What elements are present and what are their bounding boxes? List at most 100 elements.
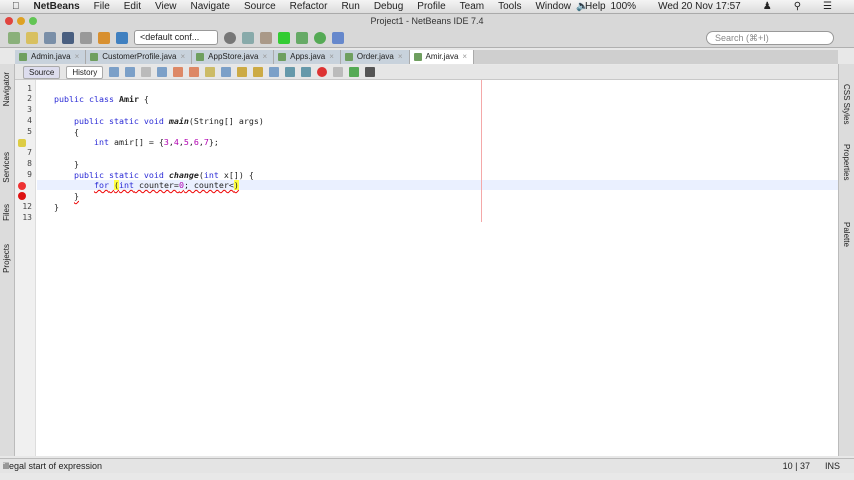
list-icon[interactable]: ☰ xyxy=(823,1,832,12)
find-icon[interactable] xyxy=(157,67,168,77)
menu-profile[interactable]: Profile xyxy=(417,1,445,12)
error-hint-icon[interactable] xyxy=(18,182,26,190)
toggle-bookmark-icon[interactable] xyxy=(269,67,280,77)
cursor-position: 10 | 37 xyxy=(782,461,810,471)
tab-label: CustomerProfile.java xyxy=(102,52,177,61)
redo-icon[interactable] xyxy=(116,31,128,44)
menu-edit[interactable]: Edit xyxy=(124,1,141,12)
config-select[interactable]: <default conf... xyxy=(134,30,218,45)
find-next-icon[interactable] xyxy=(189,67,200,77)
code-editor[interactable]: 1 2 3 4 5 7 8 9 12 13 public class Amir … xyxy=(15,80,838,456)
tab-label: Apps.java xyxy=(290,52,326,61)
history-button[interactable]: History xyxy=(66,65,104,79)
minimize-window-button[interactable] xyxy=(17,17,25,25)
menu-refactor[interactable]: Refactor xyxy=(290,1,328,12)
status-bar: illegal start of expression 10 | 37 INS xyxy=(0,458,854,473)
clock[interactable]: Wed 20 Nov 17:57 xyxy=(658,1,741,12)
palette-tab[interactable]: Palette xyxy=(842,222,851,247)
menu-tools[interactable]: Tools xyxy=(498,1,521,12)
tab-appstore[interactable]: AppStore.java × xyxy=(192,50,275,64)
close-icon[interactable]: × xyxy=(262,52,267,61)
battery-status[interactable]: 100% xyxy=(611,1,637,12)
properties-tab[interactable]: Properties xyxy=(842,144,851,180)
code-line: } xyxy=(54,159,79,169)
record-macro-icon[interactable] xyxy=(317,67,328,77)
tab-label: AppStore.java xyxy=(208,52,259,61)
volume-icon[interactable]: 🔈 xyxy=(576,1,588,12)
menu-team[interactable]: Team xyxy=(460,1,484,12)
last-edit-icon[interactable] xyxy=(109,67,120,77)
navigator-tab[interactable]: Navigator xyxy=(2,72,11,106)
right-side-panel: CSS Styles Properties Palette xyxy=(838,64,854,456)
line-number: 7 xyxy=(27,148,32,157)
clean-build-icon[interactable] xyxy=(242,31,254,44)
undo-icon[interactable] xyxy=(98,31,110,44)
prev-bookmark-icon[interactable] xyxy=(237,67,248,77)
shift-left-icon[interactable] xyxy=(285,67,296,77)
menu-window[interactable]: Window xyxy=(535,1,571,12)
tab-apps[interactable]: Apps.java × xyxy=(274,50,341,64)
run-icon[interactable] xyxy=(278,31,290,44)
menu-view[interactable]: View xyxy=(155,1,177,12)
menu-navigate[interactable]: Navigate xyxy=(191,1,230,12)
close-icon[interactable]: × xyxy=(181,52,186,61)
code-line: public class Amir { xyxy=(54,94,149,104)
uncomment-icon[interactable] xyxy=(365,67,376,77)
debug-icon[interactable] xyxy=(296,31,308,44)
wifi-icon[interactable] xyxy=(80,31,92,44)
toggle-rect-icon[interactable] xyxy=(221,67,232,77)
menu-run[interactable]: Run xyxy=(341,1,359,12)
apple-icon[interactable]:  xyxy=(12,1,20,12)
open-project-icon[interactable] xyxy=(44,31,56,44)
back-icon[interactable] xyxy=(125,67,136,77)
close-icon[interactable]: × xyxy=(462,52,467,61)
save-all-icon[interactable] xyxy=(62,31,74,44)
source-button[interactable]: Source xyxy=(23,65,61,79)
config-icon[interactable] xyxy=(224,31,236,44)
profile-icon[interactable] xyxy=(314,31,326,44)
spotlight-icon[interactable]: ⚲ xyxy=(794,1,801,12)
tab-customerprofile[interactable]: CustomerProfile.java × xyxy=(86,50,193,64)
status-message: illegal start of expression xyxy=(3,461,103,471)
close-window-button[interactable] xyxy=(5,17,13,25)
stop-macro-icon[interactable] xyxy=(333,67,344,77)
toggle-highlight-icon[interactable] xyxy=(205,67,216,77)
search-input[interactable]: Search (⌘+I) xyxy=(706,31,834,45)
comment-icon[interactable] xyxy=(349,67,360,77)
menu-file[interactable]: File xyxy=(94,1,110,12)
files-tab[interactable]: Files xyxy=(2,204,11,221)
new-file-icon[interactable] xyxy=(8,31,20,44)
css-styles-tab[interactable]: CSS Styles xyxy=(842,84,851,124)
user-icon[interactable]: ♟ xyxy=(763,1,772,12)
code-line: public static void main(String[] args) xyxy=(73,116,264,126)
tab-amir[interactable]: Amir.java × xyxy=(409,50,475,64)
tab-label: Amir.java xyxy=(425,52,459,61)
close-icon[interactable]: × xyxy=(329,52,334,61)
close-icon[interactable]: × xyxy=(398,52,403,61)
line-number: 9 xyxy=(27,170,32,179)
next-bookmark-icon[interactable] xyxy=(253,67,264,77)
close-icon[interactable]: × xyxy=(75,52,80,61)
title-bar: Project1 - NetBeans IDE 7.4 xyxy=(0,14,854,28)
line-number: 5 xyxy=(27,127,32,136)
find-previous-icon[interactable] xyxy=(173,67,184,77)
line-number: 8 xyxy=(27,159,32,168)
code-line: public static void change(int x[]) { xyxy=(73,170,254,180)
services-tab[interactable]: Services xyxy=(2,152,11,183)
projects-tab[interactable]: Projects xyxy=(2,244,11,273)
tab-admin[interactable]: Admin.java × xyxy=(15,50,87,64)
shift-right-icon[interactable] xyxy=(301,67,312,77)
build-icon[interactable] xyxy=(260,31,272,44)
tab-order[interactable]: Order.java × xyxy=(340,50,410,64)
hint-bulb-icon[interactable] xyxy=(18,139,26,147)
gc-icon[interactable] xyxy=(332,31,344,44)
code-line: } xyxy=(54,202,59,212)
new-project-icon[interactable] xyxy=(26,31,38,44)
forward-icon[interactable] xyxy=(141,67,152,77)
menu-debug[interactable]: Debug xyxy=(374,1,403,12)
app-menu[interactable]: NetBeans xyxy=(34,1,80,12)
menu-source[interactable]: Source xyxy=(244,1,276,12)
zoom-window-button[interactable] xyxy=(29,17,37,25)
error-icon[interactable] xyxy=(18,192,26,200)
editor-toolbar: Source History xyxy=(15,65,838,80)
